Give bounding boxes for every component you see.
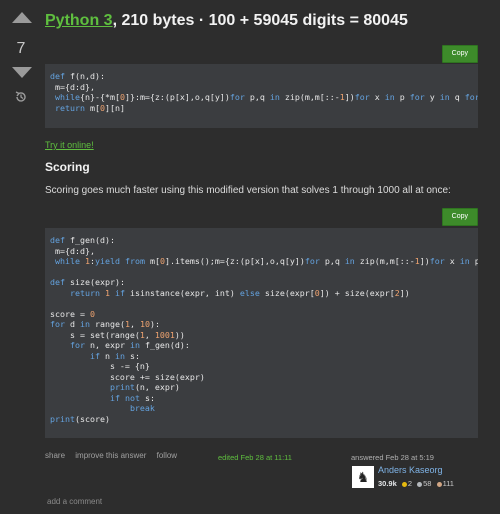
scoring-heading: Scoring [45,160,90,174]
user-name[interactable]: Anders Kaseorg [378,465,443,475]
code-line: def f(n,d): [50,71,105,81]
reputation: 30.9k 2 58 111 [378,479,454,488]
reputation-score: 30.9k [378,479,397,488]
silver-badge-count: 58 [423,479,432,488]
code-line: while 1:yield from m[0].items();m={z:(p[… [55,256,478,266]
code-line: s -= {n} [50,361,150,371]
code-block-1: def f(n,d): m={d:d}, while{n}-{*m[0]}:m=… [45,64,478,128]
copy-button-2[interactable]: Copy [441,208,478,226]
answer-title: Python 3, 210 bytes · 100 + 59045 digits… [45,12,408,30]
follow-link[interactable]: follow [157,451,177,460]
code-line: print(n, expr) [109,382,180,392]
code-line: def f_gen(d): [50,235,115,245]
code-line: if n in s: [89,350,140,361]
downvote-arrow-icon[interactable] [12,67,32,78]
code-line: for d in range(1, 10): [50,319,160,329]
code-line: for n, expr in f_gen(d): [69,340,190,350]
code-line: s = set(range(1, 1001)) [50,329,185,340]
title-details: , 210 bytes · 100 + 59045 digits = 80045 [112,12,408,29]
code-line: print(score) [50,413,110,424]
share-link[interactable]: share [45,451,65,460]
bronze-badge-icon [436,481,442,487]
avatar[interactable]: ♞ [352,466,374,488]
history-icon[interactable] [14,90,28,104]
code-line: score = 0 [50,308,95,319]
silver-badge-icon [417,481,423,487]
code-line: break [129,403,155,413]
code-line: while{n}-{*m[0]}:m={z:(p[x],o,q[y])for p… [55,92,478,102]
gold-badge-count: 2 [407,479,413,488]
language-link[interactable]: Python 3 [45,12,113,29]
code-line: if not s: [109,392,155,403]
vote-count: 7 [16,40,26,57]
bronze-badge-count: 111 [442,479,454,488]
try-it-online-link[interactable]: Try it online! [45,140,94,150]
user-avatar-icon: ♞ [356,468,370,485]
gold-badge-icon [401,481,407,487]
code-line: score += size(expr) [50,371,205,382]
code-line: m={d:d}, [50,245,95,256]
code-line: m={d:d}, [50,81,95,92]
answered-time: answered Feb 28 at 5:19 [351,453,434,462]
improve-answer-link[interactable]: improve this answer [75,451,146,460]
scoring-paragraph: Scoring goes much faster using this modi… [45,185,451,196]
upvote-arrow-icon[interactable] [12,12,32,23]
code-text-2: def f_gen(d): m={d:d}, while 1:yield fro… [50,235,478,424]
code-line: return 1 if isinstance(expr, int) else s… [69,287,410,298]
edited-link[interactable]: edited Feb 28 at 11:11 [218,453,292,462]
code-text: def f(n,d): m={d:d}, while{n}-{*m[0]}:m=… [50,71,478,113]
post-menu: share improve this answer follow [45,451,185,460]
copy-button[interactable]: Copy [441,45,478,63]
code-line: def size(expr): [50,277,125,287]
add-comment-link[interactable]: add a comment [47,497,102,506]
code-line: return m[0][n] [55,102,125,113]
code-block-2: def f_gen(d): m={d:d}, while 1:yield fro… [45,228,478,438]
